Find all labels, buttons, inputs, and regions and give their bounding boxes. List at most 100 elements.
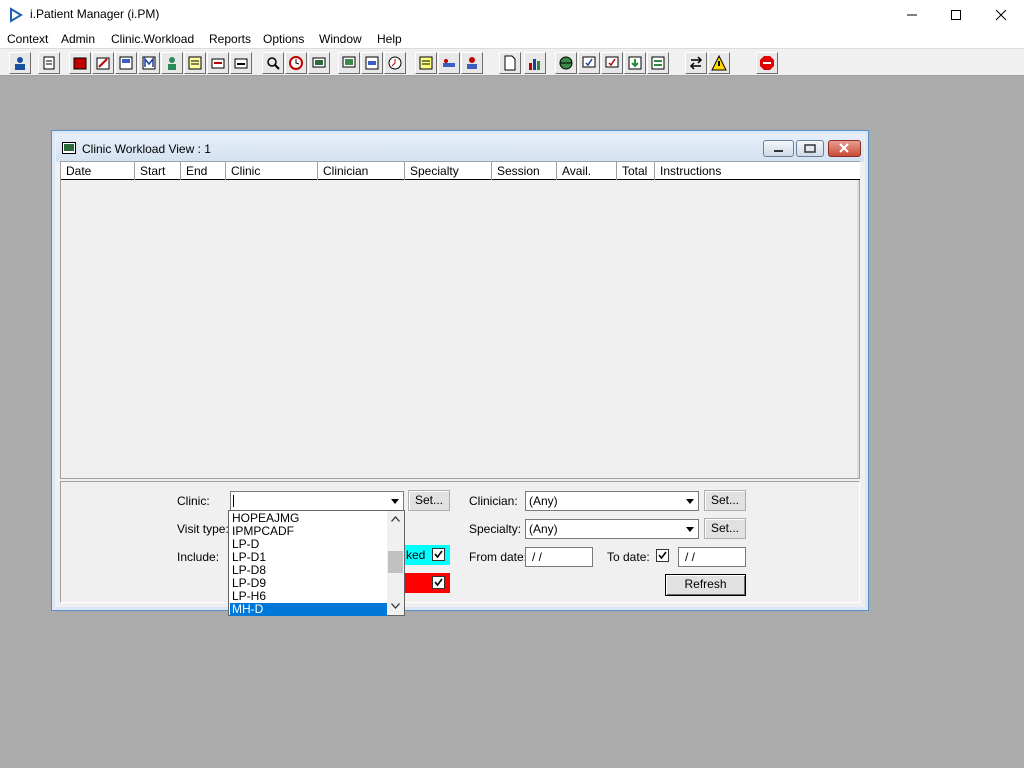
column-header-avail[interactable]: Avail. <box>557 162 617 180</box>
checklist-icon <box>605 56 619 68</box>
menu-help[interactable]: Help <box>377 32 402 46</box>
column-header-total[interactable]: Total <box>617 162 655 180</box>
grid-scrollbar[interactable] <box>857 180 859 478</box>
menu-options[interactable]: Options <box>263 32 304 46</box>
column-header-date[interactable]: Date <box>61 162 135 180</box>
child-restore-button[interactable] <box>796 140 824 157</box>
clinic-combo[interactable] <box>230 491 404 511</box>
column-header-instructions[interactable]: Instructions <box>655 162 860 180</box>
toolbar-notes-button[interactable] <box>184 52 206 74</box>
clinician-set-button[interactable]: Set... <box>704 490 746 511</box>
swap-icon <box>689 56 703 70</box>
specialty-combo[interactable]: (Any) <box>525 519 699 539</box>
include-booked-option[interactable]: ked <box>404 545 450 565</box>
child-window-title: Clinic Workload View : 1 <box>82 142 211 156</box>
workload-grid[interactable]: Date Start End Clinic Clinician Specialt… <box>60 161 860 479</box>
toolbar-bed-button[interactable] <box>438 52 460 74</box>
column-header-start[interactable]: Start <box>135 162 181 180</box>
to-date-checkbox[interactable] <box>656 549 669 562</box>
specialty-dropdown-button[interactable] <box>681 520 698 538</box>
text-caret <box>233 495 234 507</box>
bar-chart-icon <box>529 59 540 70</box>
list-item-selected[interactable]: MH-D <box>230 603 387 616</box>
toolbar-doctor-button[interactable] <box>161 52 183 74</box>
column-header-clinician[interactable]: Clinician <box>318 162 405 180</box>
toolbar-form-button[interactable] <box>115 52 137 74</box>
toolbar-print-button[interactable] <box>38 52 60 74</box>
warning-icon <box>711 55 727 71</box>
menu-clinic-workload[interactable]: Clinic.Workload <box>111 32 194 46</box>
include-cancelled-checkbox[interactable] <box>432 576 445 589</box>
to-date-field[interactable]: / / <box>678 547 746 567</box>
toolbar-edit-button[interactable] <box>92 52 114 74</box>
column-header-clinic[interactable]: Clinic <box>226 162 318 180</box>
clinic-set-button[interactable]: Set... <box>408 490 450 511</box>
app-logo-icon <box>10 7 23 23</box>
filter-panel: Clinic: Set... Visit type: Include: ked … <box>60 481 860 603</box>
from-date-label: From date: <box>469 550 528 564</box>
from-date-field[interactable]: / / <box>525 547 593 567</box>
menu-context[interactable]: Context <box>7 32 48 46</box>
column-header-specialty[interactable]: Specialty <box>405 162 492 180</box>
title-bar: i.Patient Manager (i.PM) <box>0 0 1024 30</box>
toolbar-monitor-button[interactable] <box>308 52 330 74</box>
clinic-workload-window: Clinic Workload View : 1 Date Start End … <box>51 130 869 611</box>
window-icon <box>62 142 76 154</box>
chevron-down-icon <box>685 526 694 532</box>
column-header-session[interactable]: Session <box>492 162 557 180</box>
specialty-value: (Any) <box>529 522 558 536</box>
clock-icon <box>289 56 303 70</box>
toolbar-calendar-button[interactable] <box>384 52 406 74</box>
dropdown-scrollbar[interactable] <box>387 511 404 615</box>
clinic-dropdown-list[interactable]: HOPEAJMG IPMPCADF LP-D LP-D1 LP-D8 LP-D9… <box>228 510 405 616</box>
child-minimize-button[interactable] <box>763 140 794 157</box>
toolbar-user-button[interactable] <box>9 52 31 74</box>
toolbar-book-button[interactable] <box>69 52 91 74</box>
screen-icon <box>342 56 356 68</box>
toolbar-document-button[interactable] <box>361 52 383 74</box>
menu-admin[interactable]: Admin <box>61 32 95 46</box>
globe-icon <box>559 56 573 70</box>
toolbar-sync-button[interactable] <box>647 52 669 74</box>
minimize-button[interactable] <box>889 0 935 30</box>
toolbar-transfer-button[interactable] <box>230 52 252 74</box>
toolbar-clock-button[interactable] <box>285 52 307 74</box>
toolbar-m-button[interactable] <box>138 52 160 74</box>
toolbar-exit-button[interactable] <box>756 52 778 74</box>
toolbar-patient-button[interactable] <box>461 52 483 74</box>
toolbar-referral-button[interactable] <box>207 52 229 74</box>
notes-icon <box>188 56 202 70</box>
clinician-combo[interactable]: (Any) <box>525 491 699 511</box>
chevron-up-icon[interactable] <box>391 516 400 522</box>
specialty-label: Specialty: <box>469 522 522 536</box>
chevron-down-icon <box>685 498 694 504</box>
child-close-button[interactable] <box>828 140 861 157</box>
toolbar-notes2-button[interactable] <box>415 52 437 74</box>
column-header-end[interactable]: End <box>181 162 226 180</box>
to-date-label: To date: <box>607 550 650 564</box>
toolbar-chart-button[interactable] <box>524 52 546 74</box>
toolbar-search-button[interactable] <box>262 52 284 74</box>
scroll-thumb[interactable] <box>388 551 403 573</box>
toolbar-page-button[interactable] <box>499 52 521 74</box>
toolbar-screen-button[interactable] <box>338 52 360 74</box>
maximize-button[interactable] <box>933 0 979 30</box>
visit-type-label: Visit type: <box>177 522 229 536</box>
clinician-label: Clinician: <box>469 494 518 508</box>
include-booked-checkbox[interactable] <box>432 548 445 561</box>
close-button[interactable] <box>978 0 1024 30</box>
chevron-down-icon[interactable] <box>391 603 400 609</box>
refresh-button[interactable]: Refresh <box>665 574 746 596</box>
clinic-dropdown-button[interactable] <box>386 492 403 510</box>
include-cancelled-option[interactable] <box>404 573 450 593</box>
clinician-dropdown-button[interactable] <box>681 492 698 510</box>
toolbar-warning-button[interactable] <box>708 52 730 74</box>
menu-window[interactable]: Window <box>319 32 362 46</box>
toolbar-checklist2-button[interactable] <box>601 52 623 74</box>
toolbar-download-button[interactable] <box>624 52 646 74</box>
menu-reports[interactable]: Reports <box>209 32 251 46</box>
toolbar-globe-button[interactable] <box>555 52 577 74</box>
toolbar-swap-button[interactable] <box>685 52 707 74</box>
specialty-set-button[interactable]: Set... <box>704 518 746 539</box>
toolbar-checklist-button[interactable] <box>578 52 600 74</box>
